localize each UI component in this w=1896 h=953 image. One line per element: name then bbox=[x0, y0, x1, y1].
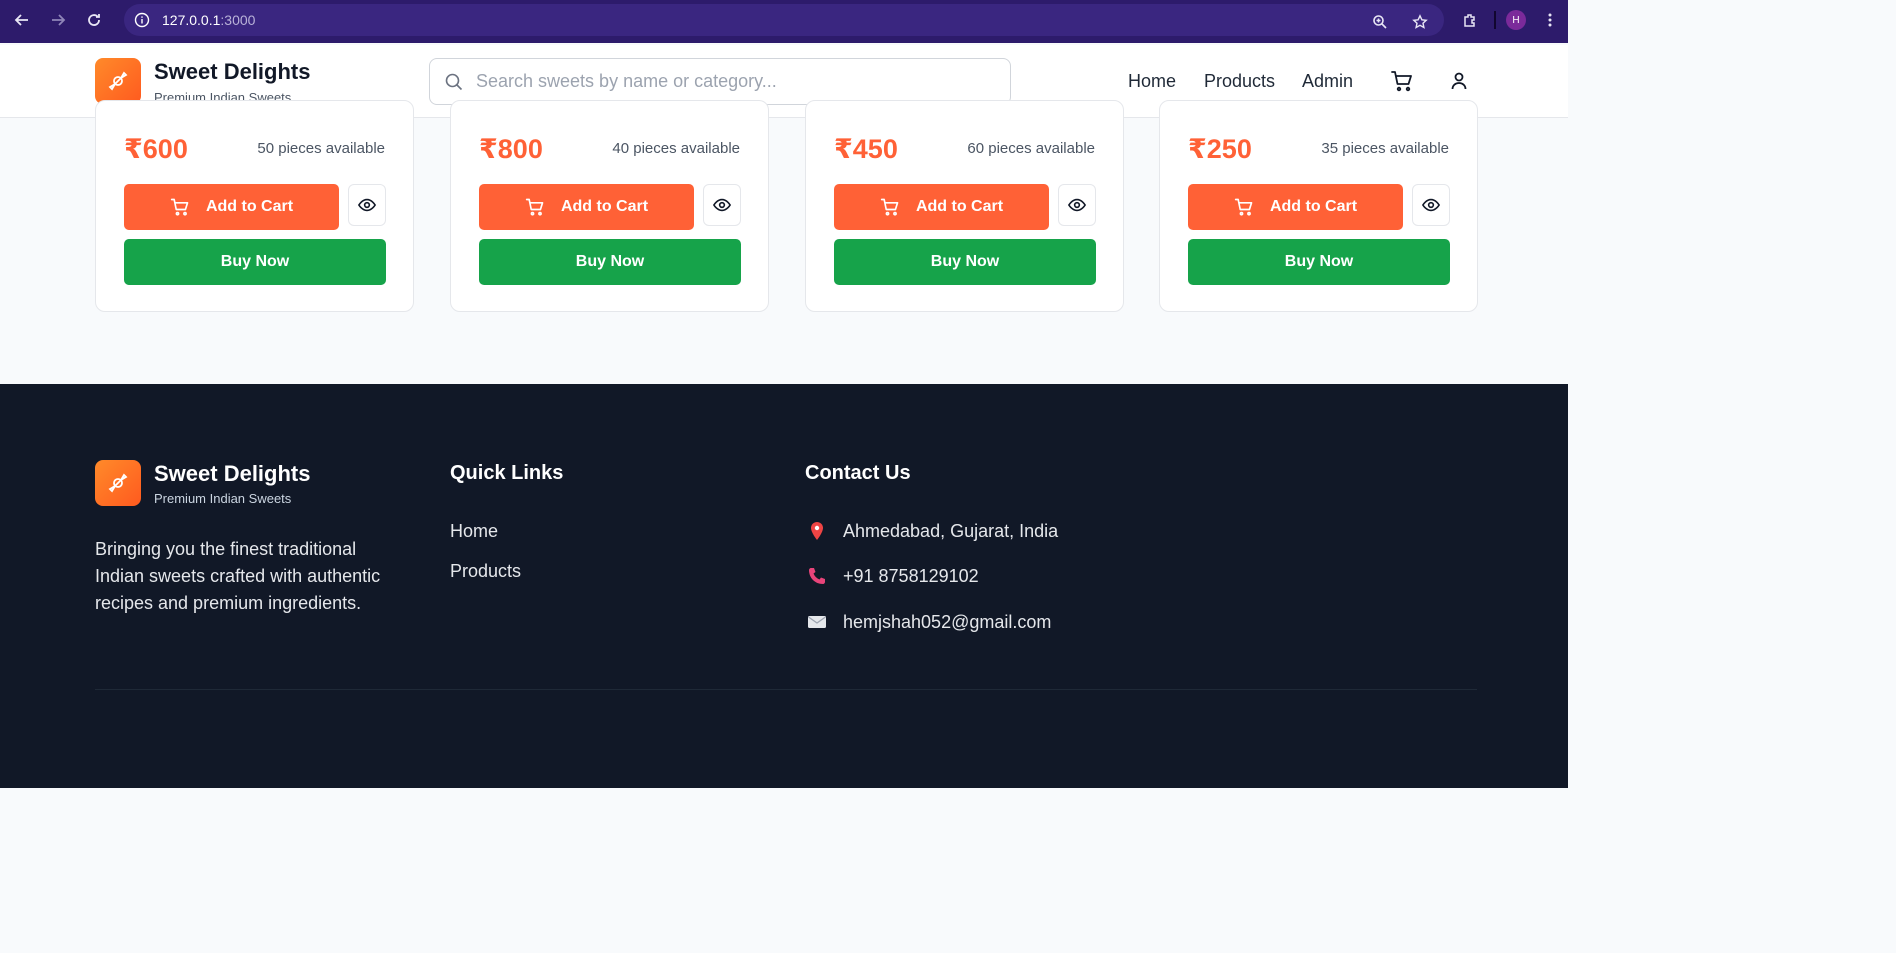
menu-dots-icon[interactable] bbox=[1536, 6, 1564, 34]
profile-avatar[interactable]: H bbox=[1506, 10, 1526, 30]
site-footer: Sweet Delights Premium Indian Sweets Bri… bbox=[0, 384, 1568, 788]
bookmark-star-icon[interactable] bbox=[1406, 8, 1434, 36]
location-pin-icon bbox=[805, 519, 829, 543]
add-to-cart-button[interactable]: Add to Cart bbox=[834, 184, 1049, 230]
footer-brand-tagline: Premium Indian Sweets bbox=[154, 491, 292, 506]
cart-icon[interactable] bbox=[1390, 69, 1414, 93]
footer-description: Bringing you the finest traditional Indi… bbox=[95, 539, 381, 613]
add-to-cart-label: Add to Cart bbox=[915, 198, 1004, 215]
extensions-icon[interactable] bbox=[1456, 6, 1484, 34]
user-icon[interactable] bbox=[1447, 69, 1471, 93]
toolbar-divider bbox=[1494, 11, 1496, 29]
quick-links-heading: Quick Links bbox=[450, 462, 564, 484]
candy-logo-icon[interactable] bbox=[95, 58, 141, 104]
eye-icon bbox=[358, 198, 376, 212]
contact-heading: Contact Us bbox=[805, 462, 911, 484]
product-card: ₹800 40 pieces available Add to Cart Buy… bbox=[450, 100, 769, 312]
product-card: ₹250 35 pieces available Add to Cart Buy… bbox=[1159, 100, 1478, 312]
footer-brand-name: Sweet Delights bbox=[154, 461, 311, 486]
contact-phone-text[interactable]: +91 8758129102 bbox=[843, 566, 979, 587]
product-price: ₹600 bbox=[124, 134, 188, 164]
product-stock: 60 pieces available bbox=[967, 140, 1095, 157]
envelope-icon bbox=[805, 610, 829, 634]
product-price: ₹800 bbox=[479, 134, 543, 164]
back-arrow-icon[interactable] bbox=[8, 6, 36, 34]
phone-icon bbox=[805, 564, 829, 588]
cart-icon bbox=[880, 198, 899, 216]
buy-now-button[interactable]: Buy Now bbox=[124, 239, 386, 285]
add-to-cart-label: Add to Cart bbox=[560, 198, 649, 215]
quick-view-button[interactable] bbox=[1412, 184, 1450, 226]
eye-icon bbox=[713, 198, 731, 212]
eye-icon bbox=[1068, 198, 1086, 212]
product-card: ₹450 60 pieces available Add to Cart Buy… bbox=[805, 100, 1124, 312]
product-price: ₹450 bbox=[834, 134, 898, 164]
product-stock: 50 pieces available bbox=[257, 140, 385, 157]
quick-view-button[interactable] bbox=[1058, 184, 1096, 226]
add-to-cart-button[interactable]: Add to Cart bbox=[124, 184, 339, 230]
product-stock: 40 pieces available bbox=[612, 140, 740, 157]
site-info-icon[interactable] bbox=[132, 10, 152, 30]
buy-now-button[interactable]: Buy Now bbox=[1188, 239, 1450, 285]
nav-products-link[interactable]: Products bbox=[1204, 71, 1275, 92]
reload-icon[interactable] bbox=[80, 6, 108, 34]
contact-address-text: Ahmedabad, Gujarat, India bbox=[843, 520, 1059, 541]
footer-link-products[interactable]: Products bbox=[450, 561, 521, 582]
contact-email-text[interactable]: hemjshah052@gmail.com bbox=[843, 612, 1051, 633]
cart-icon bbox=[525, 198, 544, 216]
product-stock: 35 pieces available bbox=[1321, 140, 1449, 157]
search-icon bbox=[444, 72, 464, 92]
add-to-cart-button[interactable]: Add to Cart bbox=[1188, 184, 1403, 230]
nav-home-link[interactable]: Home bbox=[1128, 71, 1176, 92]
quick-view-button[interactable] bbox=[703, 184, 741, 226]
contact-address: Ahmedabad, Gujarat, India bbox=[805, 519, 1058, 543]
footer-divider bbox=[95, 689, 1477, 690]
buy-now-button[interactable]: Buy Now bbox=[479, 239, 741, 285]
search-box[interactable] bbox=[429, 58, 1011, 105]
add-to-cart-button[interactable]: Add to Cart bbox=[479, 184, 694, 230]
url-text: 127.0.0.1:3000 bbox=[162, 12, 256, 28]
eye-icon bbox=[1422, 198, 1440, 212]
forward-arrow-icon[interactable] bbox=[44, 6, 72, 34]
search-input[interactable] bbox=[476, 71, 996, 92]
add-to-cart-label: Add to Cart bbox=[205, 198, 294, 215]
add-to-cart-label: Add to Cart bbox=[1269, 198, 1358, 215]
address-bar[interactable]: 127.0.0.1:3000 bbox=[124, 4, 1444, 36]
zoom-icon[interactable] bbox=[1366, 8, 1394, 36]
contact-email: hemjshah052@gmail.com bbox=[805, 610, 1051, 634]
cart-icon bbox=[1234, 198, 1253, 216]
nav-admin-link[interactable]: Admin bbox=[1302, 71, 1353, 92]
quick-view-button[interactable] bbox=[348, 184, 386, 226]
brand-name[interactable]: Sweet Delights bbox=[154, 59, 310, 85]
browser-toolbar: 127.0.0.1:3000 H bbox=[0, 0, 1568, 43]
product-price: ₹250 bbox=[1188, 134, 1252, 164]
cart-icon bbox=[170, 198, 189, 216]
product-card: ₹600 50 pieces available Add to Cart Buy… bbox=[95, 100, 414, 312]
contact-phone: +91 8758129102 bbox=[805, 564, 979, 588]
footer-link-home[interactable]: Home bbox=[450, 521, 498, 542]
candy-logo-icon bbox=[95, 460, 141, 506]
buy-now-button[interactable]: Buy Now bbox=[834, 239, 1096, 285]
